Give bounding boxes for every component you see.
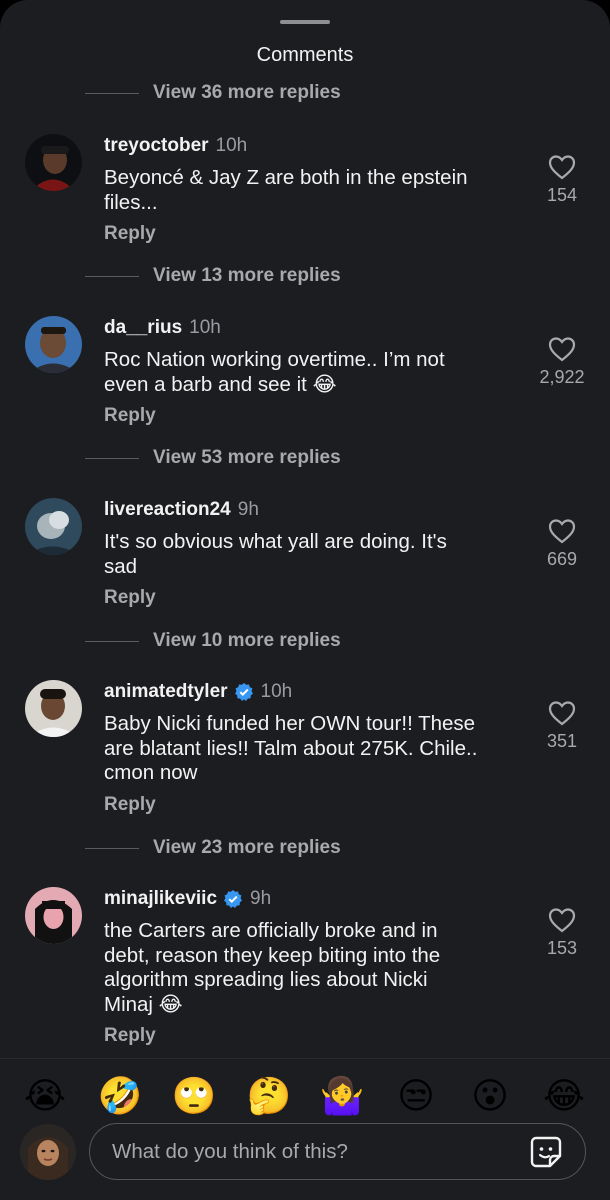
comment-text: It's so obvious what yall are doing. It'… xyxy=(104,530,447,578)
view-more-replies[interactable]: View 36 more replies xyxy=(85,81,341,105)
comment-input[interactable] xyxy=(110,1134,514,1170)
comment-username[interactable]: animatedtyler xyxy=(104,681,228,703)
heart-icon xyxy=(548,701,576,726)
profile-photo-icon xyxy=(25,680,82,737)
avatar[interactable] xyxy=(25,887,82,944)
comment-time: 9h xyxy=(237,499,259,520)
emoji-surprised-button[interactable]: 😮 xyxy=(466,1072,514,1120)
profile-photo-icon xyxy=(25,498,82,555)
profile-photo-icon xyxy=(20,1124,76,1180)
comment-time: 10h xyxy=(215,135,248,156)
comment-time: 10h xyxy=(189,317,221,338)
view-more-replies-label: View 23 more replies xyxy=(153,837,341,858)
quick-emoji-bar: 😭 🤣 🙄 🤔 🤷‍♀️ 😒 😮 😂 xyxy=(0,1068,610,1124)
like-button[interactable]: 153 xyxy=(532,907,592,959)
comment-composer xyxy=(0,1122,610,1184)
comments-sheet: Comments View 36 more replies treyoctobe… xyxy=(0,0,610,1200)
view-more-replies[interactable]: View 23 more replies xyxy=(85,836,341,860)
view-more-replies[interactable]: View 10 more replies xyxy=(85,629,341,653)
profile-photo-icon xyxy=(25,887,82,944)
emoji-rofl-button[interactable]: 🤣 xyxy=(96,1072,144,1120)
avatar[interactable] xyxy=(25,680,82,737)
comment-time: 9h xyxy=(250,888,272,909)
reply-button[interactable]: Reply xyxy=(104,794,524,816)
comment-username[interactable]: treyoctober xyxy=(104,135,209,157)
like-button[interactable]: 669 xyxy=(532,518,592,570)
avatar[interactable] xyxy=(25,134,82,191)
view-more-replies[interactable]: View 13 more replies xyxy=(85,264,341,288)
emoji-eye-roll-button[interactable]: 🙄 xyxy=(170,1072,218,1120)
like-button[interactable]: 351 xyxy=(532,700,592,752)
heart-icon xyxy=(548,908,576,933)
replies-divider xyxy=(85,847,139,849)
like-count: 2,922 xyxy=(539,367,585,387)
replies-divider xyxy=(85,640,139,642)
comment-username[interactable]: minajlikeviic xyxy=(104,888,217,910)
reply-button[interactable]: Reply xyxy=(104,405,524,427)
profile-photo-icon xyxy=(25,316,82,373)
profile-photo-icon xyxy=(25,134,82,191)
emoji-shrug-button[interactable]: 🤷‍♀️ xyxy=(318,1072,366,1120)
header-divider xyxy=(0,86,610,87)
replies-divider xyxy=(85,92,139,94)
replies-divider xyxy=(85,457,139,459)
comment-text: Beyoncé & Jay Z are both in the epstein … xyxy=(104,166,468,214)
sticker-icon[interactable] xyxy=(529,1135,563,1169)
like-button[interactable]: 2,922 xyxy=(532,336,592,388)
verified-badge-icon xyxy=(224,890,243,908)
comment-text: Roc Nation working overtime.. I’m not ev… xyxy=(104,348,445,396)
comment-username[interactable]: da__rius xyxy=(104,317,182,339)
emoji-joy-button[interactable]: 😂 xyxy=(540,1072,588,1120)
verified-badge-icon xyxy=(234,683,253,701)
comment-text: Baby Nicki funded her OWN tour!! These a… xyxy=(104,712,478,784)
emoji-thinking-button[interactable]: 🤔 xyxy=(245,1072,293,1120)
avatar[interactable] xyxy=(25,316,82,373)
reply-button[interactable]: Reply xyxy=(104,223,524,245)
comment-list[interactable]: View 36 more replies treyoctober 10h Bey… xyxy=(0,0,610,1060)
like-count: 669 xyxy=(546,549,578,569)
comment-username[interactable]: livereaction24 xyxy=(104,499,231,521)
my-avatar xyxy=(20,1124,76,1180)
heart-icon xyxy=(548,519,576,544)
view-more-replies[interactable]: View 53 more replies xyxy=(85,446,341,470)
emoji-unamused-button[interactable]: 😒 xyxy=(392,1072,440,1120)
like-button[interactable]: 154 xyxy=(532,154,592,206)
heart-icon xyxy=(548,155,576,180)
comment-text: the Carters are officially broke and in … xyxy=(104,919,441,1016)
emoji-loudly-crying-button[interactable]: 😭 xyxy=(21,1072,69,1120)
heart-icon xyxy=(548,337,576,362)
view-more-replies-label: View 10 more replies xyxy=(153,630,341,651)
like-count: 351 xyxy=(546,731,578,751)
avatar[interactable] xyxy=(25,498,82,555)
composer-divider xyxy=(0,1058,610,1059)
replies-divider xyxy=(85,275,139,277)
comment-time: 10h xyxy=(260,681,293,702)
comment-input-box xyxy=(89,1123,586,1180)
reply-button[interactable]: Reply xyxy=(104,587,524,609)
like-count: 154 xyxy=(546,185,578,205)
reply-button[interactable]: Reply xyxy=(104,1025,524,1047)
view-more-replies-label: View 53 more replies xyxy=(153,447,341,468)
like-count: 153 xyxy=(546,938,578,958)
view-more-replies-label: View 13 more replies xyxy=(153,265,341,286)
